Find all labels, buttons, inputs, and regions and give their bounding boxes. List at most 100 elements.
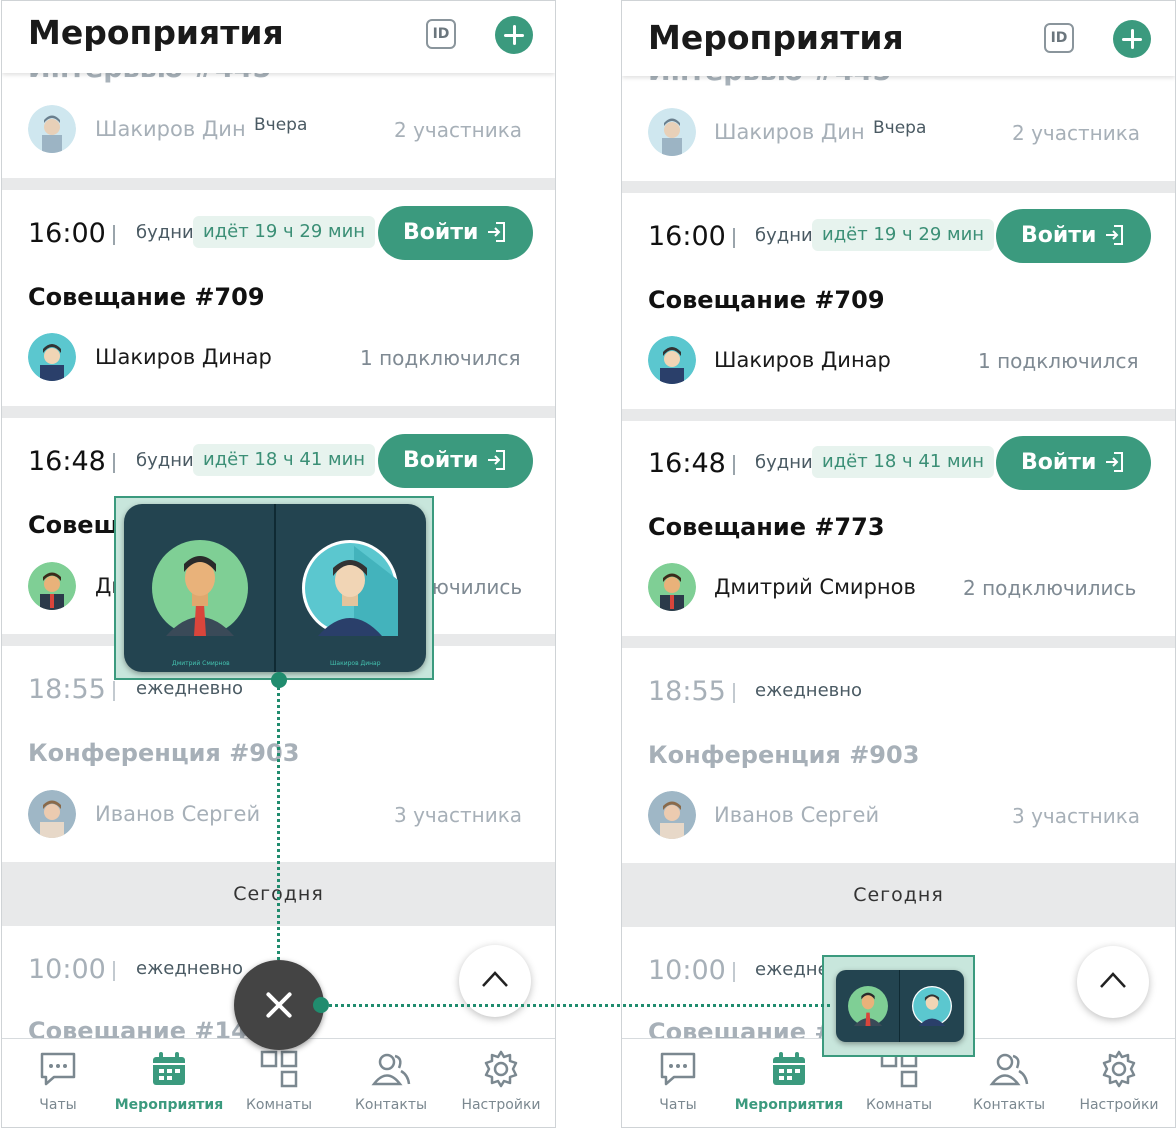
event-title[interactable]: Конференция #903 <box>28 739 299 767</box>
tab-contacts[interactable]: Контакты <box>954 1049 1064 1113</box>
separator <box>622 181 1175 193</box>
avatar <box>648 791 696 839</box>
event-frequency: будни <box>755 452 813 473</box>
scroll-up-button[interactable] <box>1077 946 1149 1018</box>
rooms-icon <box>260 1050 298 1088</box>
chevron-up-icon <box>1100 972 1126 988</box>
separator <box>622 409 1175 421</box>
tab-label: Контакты <box>354 1097 428 1113</box>
organizer-name: Иванов Сергей <box>714 803 880 827</box>
event-frequency: будни <box>755 225 813 246</box>
drag-path <box>277 680 280 960</box>
add-event-button[interactable] <box>495 16 533 54</box>
participant-video-avatar <box>302 540 398 636</box>
settings-icon <box>484 1050 518 1088</box>
enter-button[interactable]: Войти <box>996 436 1151 490</box>
app-header: Мероприятия ID <box>622 1 1175 76</box>
participant-video-avatar <box>848 986 888 1026</box>
avatar <box>28 790 76 838</box>
drag-end-dot <box>313 997 329 1013</box>
contacts-icon <box>989 1053 1029 1086</box>
event-title[interactable]: Совещание #709 <box>28 283 265 311</box>
event-title[interactable]: Совещание #773 <box>648 513 885 541</box>
tab-label: Комнаты <box>865 1097 932 1113</box>
id-button[interactable]: ID <box>426 19 456 49</box>
close-button[interactable] <box>234 960 324 1050</box>
divider <box>733 683 735 703</box>
login-icon <box>1103 223 1125 247</box>
video-pip-panel: Дмитрий Смирнов Шакиров Динар <box>124 504 426 672</box>
event-title[interactable]: Совещание #709 <box>648 286 885 314</box>
tab-settings[interactable]: Настройки <box>1064 1049 1174 1113</box>
enter-button[interactable]: Войти <box>378 206 533 260</box>
pip-divider <box>274 504 276 672</box>
organizer-name: Шакиров Динар <box>95 345 272 369</box>
enter-button[interactable]: Войти <box>378 434 533 488</box>
tab-events[interactable]: Мероприятия <box>114 1049 224 1113</box>
organizer-name: Шакиров Дин <box>714 120 865 144</box>
page-title: Мероприятия <box>648 18 904 57</box>
video-pip-window[interactable] <box>822 955 975 1057</box>
status-badge: идёт 19 ч 29 мин <box>812 219 995 251</box>
enter-button-label: Войти <box>1021 450 1097 475</box>
tab-rooms[interactable]: Комнаты <box>844 1049 954 1113</box>
drag-start-dot <box>271 672 287 688</box>
participants-count: 2 подключились <box>963 576 1137 600</box>
contacts-icon <box>371 1053 411 1086</box>
enter-button-label: Войти <box>403 448 479 473</box>
chat-icon <box>40 1052 76 1086</box>
calendar-icon <box>773 1052 805 1085</box>
login-icon <box>485 448 507 472</box>
day-separator: Сегодня <box>622 863 1175 927</box>
tab-rooms[interactable]: Комнаты <box>224 1049 334 1113</box>
participant-name: Дмитрий Смирнов <box>172 660 230 667</box>
tab-label: Чаты <box>659 1097 697 1113</box>
participants-count: 1 подключился <box>978 349 1139 373</box>
tab-label: Контакты <box>972 1097 1046 1113</box>
tab-label: Комнаты <box>245 1097 312 1113</box>
organizer-name: Дмитрий Смирнов <box>714 575 916 599</box>
separator <box>2 178 555 190</box>
event-date: Вчера <box>254 115 308 135</box>
divider <box>113 681 115 701</box>
event-time: 16:48 <box>648 448 726 479</box>
event-title[interactable]: Конференция #903 <box>648 741 919 769</box>
event-time: 10:00 <box>28 954 106 985</box>
avatar <box>28 562 76 610</box>
organizer-name: Шакиров Динар <box>714 348 891 372</box>
tab-chats[interactable]: Чаты <box>3 1049 113 1113</box>
avatar <box>648 563 696 611</box>
event-frequency: ежедневно <box>755 680 863 701</box>
tab-settings[interactable]: Настройки <box>446 1049 555 1113</box>
enter-button-label: Войти <box>403 220 479 245</box>
enter-button[interactable]: Войти <box>996 209 1151 263</box>
chat-icon <box>660 1052 696 1086</box>
video-pip-window[interactable]: Дмитрий Смирнов Шакиров Динар <box>114 496 434 680</box>
divider <box>733 455 735 475</box>
tab-label: Мероприятия <box>114 1097 224 1113</box>
page-title: Мероприятия <box>28 13 284 52</box>
event-time: 10:00 <box>648 955 726 986</box>
id-button[interactable]: ID <box>1044 23 1074 53</box>
tab-chats[interactable]: Чаты <box>623 1049 733 1113</box>
login-icon <box>485 220 507 244</box>
video-pip-panel <box>836 970 964 1042</box>
event-time: 18:55 <box>648 676 726 707</box>
tab-contacts[interactable]: Контакты <box>336 1049 446 1113</box>
status-badge: идёт 18 ч 41 мин <box>193 444 376 476</box>
separator <box>2 406 555 418</box>
tab-events[interactable]: Мероприятия <box>734 1049 844 1113</box>
avatar <box>648 336 696 384</box>
tab-label: Чаты <box>39 1097 77 1113</box>
participants-count: ючились <box>432 575 523 599</box>
tab-label: Настройки <box>461 1097 541 1113</box>
separator <box>622 636 1175 648</box>
add-event-button[interactable] <box>1113 20 1151 58</box>
participant-name: Шакиров Динар <box>330 660 381 667</box>
avatar <box>28 333 76 381</box>
divider <box>113 453 115 473</box>
status-badge: идёт 18 ч 41 мин <box>812 446 995 478</box>
enter-button-label: Войти <box>1021 223 1097 248</box>
avatar <box>28 105 76 153</box>
tab-label: Мероприятия <box>734 1097 844 1113</box>
